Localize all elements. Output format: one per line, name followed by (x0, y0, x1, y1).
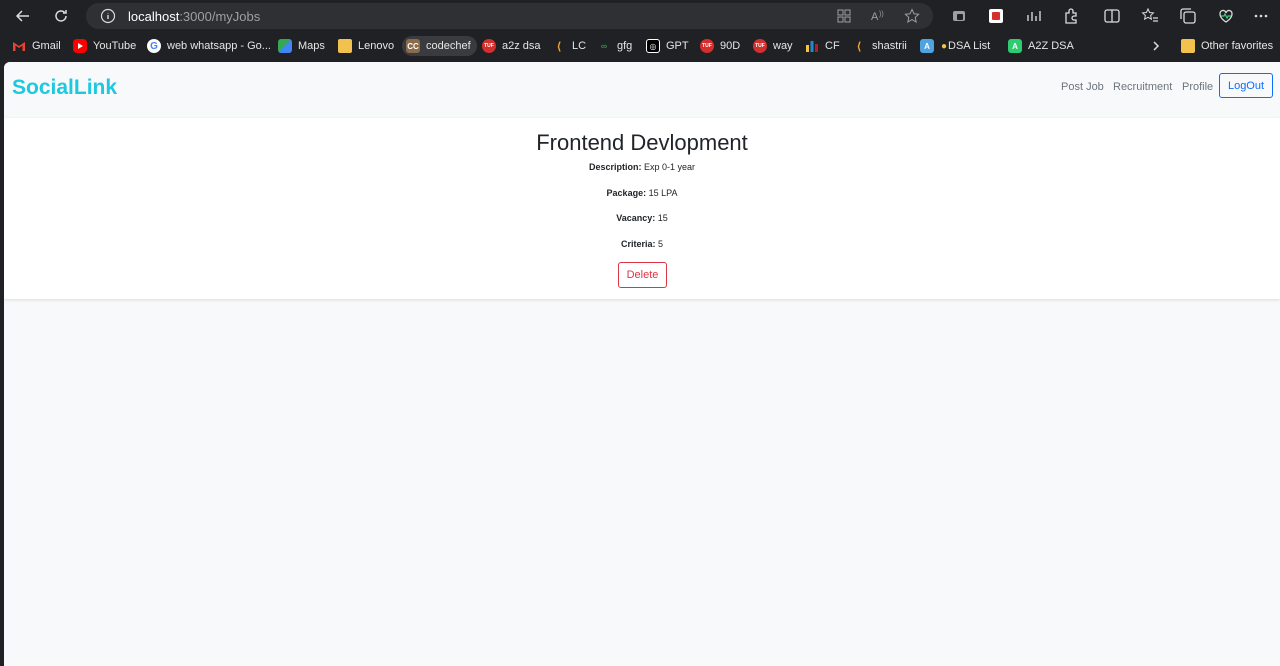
bookmarks-bar: Gmail YouTube G web whatsapp - Go... Map… (0, 32, 1280, 60)
youtube-icon (73, 39, 87, 53)
bookmark-label: Gmail (32, 40, 61, 52)
codeforces-icon (805, 39, 819, 53)
bookmark-label: GPT (666, 40, 689, 52)
extension-icon[interactable] (950, 7, 968, 25)
svg-text:)): )) (879, 11, 884, 18)
google-icon: G (147, 39, 161, 53)
bookmark-label: Maps (298, 40, 325, 52)
brand-logo[interactable]: SocialLink (12, 76, 117, 100)
maps-icon (278, 39, 292, 53)
svg-text:A: A (871, 11, 879, 23)
app-available-icon[interactable] (836, 8, 852, 24)
bookmark-label: YouTube (93, 40, 137, 52)
split-screen-icon[interactable] (1103, 7, 1121, 25)
bookmark-gmail[interactable]: Gmail (12, 36, 61, 56)
bookmark-dsa-list[interactable]: A ● DSA List (920, 36, 990, 56)
a2z-icon: A (920, 39, 934, 53)
navbar: SocialLink Post Job Recruitment Profile … (4, 62, 1280, 118)
site-info-icon[interactable] (100, 8, 116, 24)
tuf-icon: TUF (700, 39, 714, 53)
bookmark-shastrii[interactable]: ⟨ shastrii (852, 36, 907, 56)
bookmarks-overflow-chevron-icon[interactable] (1150, 36, 1162, 56)
bookmark-90d[interactable]: TUF 90D (700, 36, 740, 56)
vacancy-label: Vacancy: (616, 213, 656, 223)
gmail-icon (12, 39, 26, 53)
job-description: Description: Exp 0-1 year (4, 162, 1280, 172)
description-value: Exp 0-1 year (644, 162, 696, 172)
bookmark-label: DSA List (948, 40, 991, 52)
chatgpt-icon: ◎ (646, 39, 660, 53)
settings-more-icon[interactable] (1250, 5, 1272, 27)
logout-button[interactable]: LogOut (1219, 73, 1273, 98)
bookmark-a2z-dsa[interactable]: TUF a2z dsa (482, 36, 541, 56)
favorites-icon[interactable] (1141, 7, 1159, 25)
pocket-extension-icon[interactable] (987, 7, 1005, 25)
bookmark-label: CF (825, 40, 840, 52)
package-value: 15 LPA (648, 188, 678, 198)
stats-extension-icon[interactable] (1025, 7, 1043, 25)
bookmark-maps[interactable]: Maps (278, 36, 325, 56)
a2z-icon: A (1008, 39, 1022, 53)
bookmark-label: shastrii (872, 40, 907, 52)
bookmark-codechef[interactable]: CC codechef (402, 36, 477, 56)
gfg-icon: ∞ (600, 41, 608, 51)
nav-link-recruitment[interactable]: Recruitment (1113, 81, 1172, 93)
bookmark-gfg[interactable]: ∞ gfg (597, 36, 633, 56)
folder-icon (338, 39, 352, 53)
url-text[interactable]: localhost:3000/myJobs (128, 9, 260, 24)
bookmark-label: way (773, 40, 793, 52)
vacancy-value: 15 (657, 213, 668, 223)
bookmark-label: LC (572, 40, 587, 52)
favorite-star-icon[interactable] (904, 8, 920, 24)
bookmark-a2z-dsa-2[interactable]: A A2Z DSA (1008, 36, 1074, 56)
leetcode-icon: ⟨ (556, 40, 562, 53)
bookmark-label: codechef (426, 40, 471, 52)
codechef-icon: CC (406, 39, 420, 53)
job-vacancy: Vacancy: 15 (4, 213, 1280, 223)
bookmark-way[interactable]: TUF way (753, 36, 793, 56)
collections-icon[interactable] (1179, 7, 1197, 25)
extensions-puzzle-icon[interactable] (1062, 7, 1080, 25)
bookmark-label: 90D (720, 40, 741, 52)
bookmark-youtube[interactable]: YouTube (73, 36, 136, 56)
browser-essentials-icon[interactable] (1217, 7, 1235, 25)
address-bar[interactable]: localhost:3000/myJobs A)) (86, 3, 933, 29)
bookmark-lc[interactable]: ⟨ LC (552, 36, 586, 56)
job-title: Frontend Devlopment (536, 130, 748, 155)
nav-link-post-job[interactable]: Post Job (1061, 81, 1104, 93)
nav-link-profile[interactable]: Profile (1182, 81, 1213, 93)
bookmark-label: A2Z DSA (1028, 40, 1074, 52)
job-card: Frontend Devlopment Description: Exp 0-1… (4, 118, 1280, 299)
tuf-icon: TUF (482, 39, 496, 53)
delete-button[interactable]: Delete (618, 262, 667, 288)
job-package: Package: 15 LPA (4, 188, 1280, 198)
folder-icon (1181, 39, 1195, 53)
dsa-list-icon: ● (940, 40, 948, 52)
bookmark-gpt[interactable]: ◎ GPT (646, 36, 689, 56)
page-viewport: SocialLink Post Job Recruitment Profile … (4, 62, 1280, 666)
bookmark-label: gfg (617, 40, 633, 52)
bookmark-label: a2z dsa (502, 40, 541, 52)
back-icon[interactable] (12, 5, 34, 27)
leetcode-icon: ⟨ (856, 40, 862, 53)
bookmark-label: web whatsapp - Go... (167, 40, 271, 52)
bookmark-label: Lenovo (358, 40, 395, 52)
job-criteria: Criteria: 5 (4, 239, 1280, 249)
package-label: Package: (606, 188, 647, 198)
browser-toolbar: localhost:3000/myJobs A)) (0, 0, 1280, 32)
tuf-icon: TUF (753, 39, 767, 53)
reload-icon[interactable] (50, 5, 72, 27)
bookmark-label: Other favorites (1201, 40, 1274, 52)
bookmark-cf[interactable]: CF (805, 36, 840, 56)
bookmark-lenovo[interactable]: Lenovo (338, 36, 394, 56)
criteria-label: Criteria: (620, 239, 656, 249)
bookmark-web-whatsapp[interactable]: G web whatsapp - Go... (147, 36, 271, 56)
description-label: Description: (588, 162, 642, 172)
bookmark-other-favorites[interactable]: Other favorites (1181, 36, 1273, 56)
criteria-value: 5 (658, 239, 664, 249)
read-aloud-icon[interactable]: A)) (870, 8, 886, 24)
